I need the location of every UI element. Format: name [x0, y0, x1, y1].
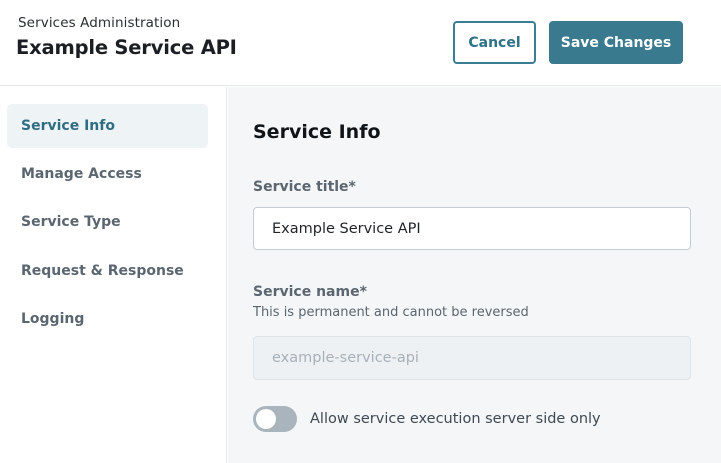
sidebar-item-manage-access[interactable]: Manage Access — [7, 152, 208, 196]
section-title: Service Info — [253, 121, 381, 143]
server-side-only-toggle[interactable] — [253, 406, 297, 432]
service-name-help-text: This is permanent and cannot be reversed — [253, 305, 529, 320]
service-name-input — [253, 336, 691, 380]
service-name-label: Service name* — [253, 284, 367, 300]
service-title-input[interactable] — [253, 207, 691, 250]
service-title-label: Service title* — [253, 179, 356, 195]
sidebar-item-logging[interactable]: Logging — [7, 297, 208, 341]
breadcrumb[interactable]: Services Administration — [18, 15, 180, 31]
toggle-knob — [256, 409, 276, 429]
server-side-only-label[interactable]: Allow service execution server side only — [310, 411, 601, 427]
main-content: Service Info Service title* Service name… — [228, 87, 721, 463]
page-header: Services Administration Example Service … — [0, 0, 721, 86]
sidebar-item-request-response[interactable]: Request & Response — [7, 249, 208, 293]
sidebar-item-service-type[interactable]: Service Type — [7, 200, 208, 244]
cancel-button[interactable]: Cancel — [453, 21, 536, 64]
sidebar-nav: Service Info Manage Access Service Type … — [0, 87, 227, 463]
sidebar-item-service-info[interactable]: Service Info — [7, 104, 208, 148]
save-changes-button[interactable]: Save Changes — [549, 21, 683, 64]
page-title: Example Service API — [16, 36, 237, 59]
